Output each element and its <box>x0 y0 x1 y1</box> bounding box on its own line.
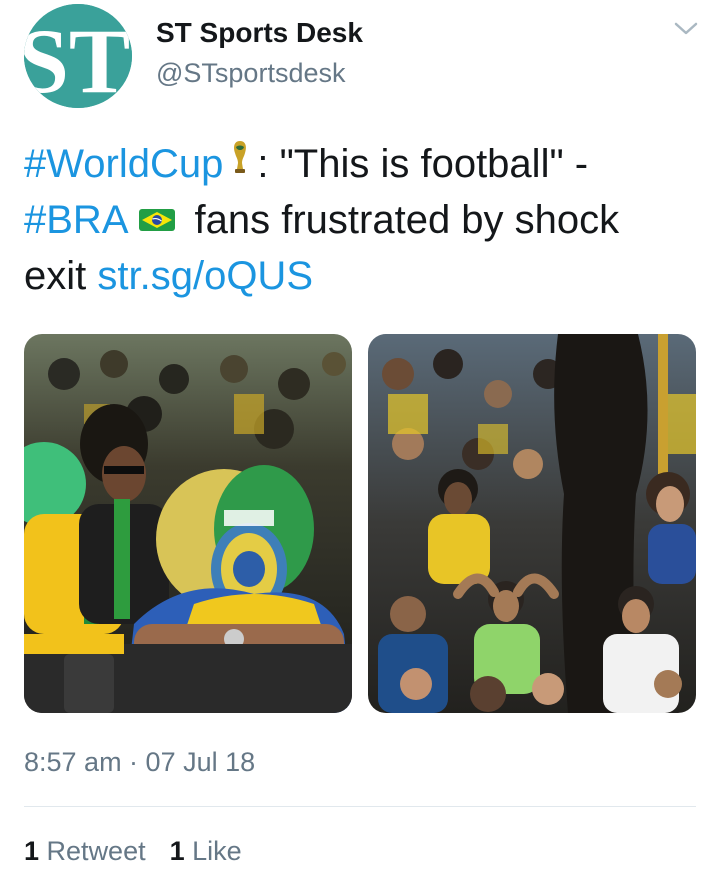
timestamp[interactable]: 8:57 am · 07 Jul 18 <box>24 747 255 778</box>
tweet-text: #WorldCup : "This is football" - #BRA fa… <box>24 136 694 304</box>
tweet-photo-2[interactable] <box>368 334 696 713</box>
tweet-line-3: exit str.sg/oQUS <box>24 248 694 304</box>
tweet-line-2-text: fans frustrated by shock <box>194 198 620 242</box>
avatar[interactable]: ST <box>24 4 132 108</box>
tweet-line-1-text: : "This is football" - <box>257 142 589 186</box>
st-logo-icon: ST <box>24 4 132 108</box>
photo-crowd-reacting-icon <box>368 334 696 713</box>
tweet-line-1: #WorldCup : "This is football" - <box>24 136 694 192</box>
hashtag-worldcup[interactable]: #WorldCup <box>24 142 223 186</box>
likes-count: 1 <box>169 836 185 866</box>
hashtag-bra[interactable]: #BRA <box>24 198 129 242</box>
display-name[interactable]: ST Sports Desk <box>156 17 363 49</box>
avatar-initials: ST <box>24 10 130 108</box>
world-cup-trophy-icon <box>229 134 251 190</box>
engagement-stats: 1 Retweet 1 Like <box>24 836 266 867</box>
brazil-flag-icon <box>138 190 175 246</box>
retweets-count: 1 <box>24 836 40 866</box>
retweets-stat[interactable]: 1 Retweet <box>24 836 146 867</box>
tweet-line-2: #BRA fans frustrated by shock <box>24 192 694 248</box>
retweets-label: Retweet <box>46 836 146 866</box>
likes-stat[interactable]: 1 Like <box>170 836 242 867</box>
article-link[interactable]: str.sg/oQUS <box>97 254 313 298</box>
photo-brazil-fan-icon <box>24 334 352 713</box>
tweet-line-3-text: exit <box>24 254 87 298</box>
tweet-photo-1[interactable] <box>24 334 352 713</box>
likes-label: Like <box>192 836 242 866</box>
divider <box>24 806 696 807</box>
chevron-down-icon[interactable] <box>673 20 699 38</box>
user-handle[interactable]: @STsportsdesk <box>156 58 345 89</box>
